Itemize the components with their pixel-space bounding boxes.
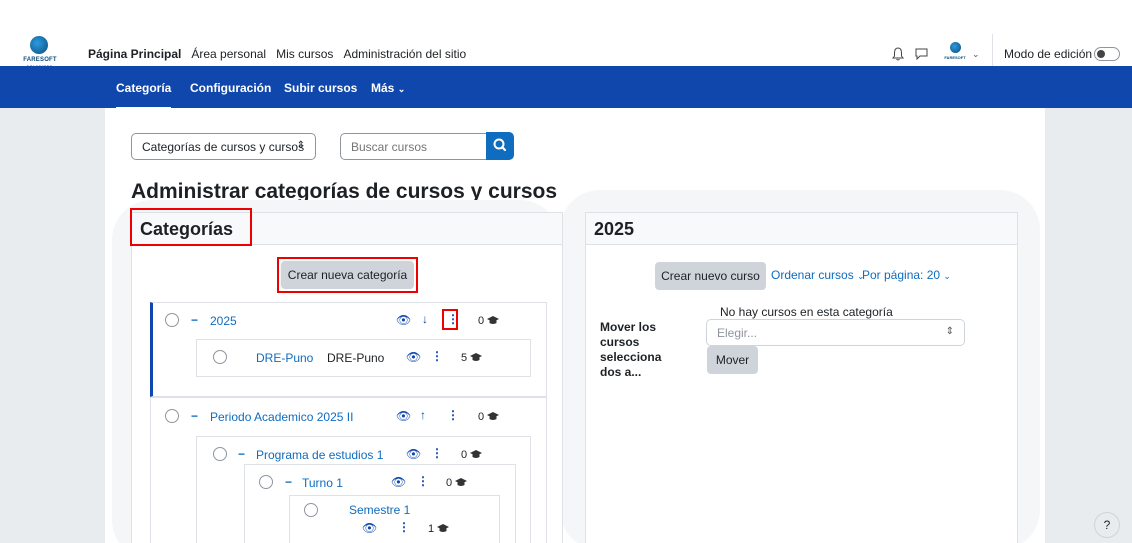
top-navbar: FARESOFT SOLUTIONS Página Principal Área… bbox=[0, 0, 1132, 74]
user-menu-chevron-icon[interactable]: ⌄ bbox=[972, 49, 980, 60]
highlight-box bbox=[442, 309, 458, 330]
course-count: 0 bbox=[461, 449, 468, 461]
visibility-eye-icon[interactable]: 👁 bbox=[391, 475, 406, 489]
graduation-cap-icon bbox=[437, 524, 449, 532]
create-course-button[interactable]: Crear nuevo curso bbox=[655, 262, 766, 290]
visibility-eye-icon[interactable]: 👁 bbox=[406, 447, 421, 461]
secondary-nav: Categoría Configuración Subir cursos Más… bbox=[0, 66, 1132, 109]
actions-menu-icon[interactable]: ⋮ bbox=[417, 474, 429, 488]
sort-courses-link[interactable]: Ordenar cursos ⌄ bbox=[771, 268, 865, 282]
search-icon bbox=[493, 138, 507, 152]
messages-icon[interactable] bbox=[915, 48, 928, 60]
move-select-placeholder: Elegir... bbox=[717, 326, 758, 340]
toggle-knob bbox=[1097, 50, 1105, 58]
avatar-logo-icon bbox=[950, 42, 961, 53]
category-link[interactable]: Periodo Academico 2025 II bbox=[210, 410, 353, 424]
move-button[interactable]: Mover bbox=[707, 346, 758, 374]
courses-heading: 2025 bbox=[594, 219, 635, 239]
notifications-bell-icon[interactable] bbox=[892, 47, 904, 61]
course-count: 0 bbox=[446, 477, 453, 489]
collapse-icon[interactable]: − bbox=[285, 475, 292, 489]
visibility-eye-icon[interactable]: 👁 bbox=[396, 313, 411, 327]
actions-menu-icon[interactable]: ⋮ bbox=[431, 446, 443, 460]
tab-more[interactable]: Más ⌄ bbox=[371, 81, 405, 95]
category-link[interactable]: 2025 bbox=[210, 314, 237, 328]
move-destination-select[interactable]: Elegir... ⇕ bbox=[706, 319, 965, 346]
course-count: 0 bbox=[478, 315, 485, 327]
logo-mark-icon bbox=[30, 36, 48, 54]
tab-more-label: Más bbox=[371, 81, 395, 95]
graduation-cap-icon bbox=[470, 353, 482, 361]
edit-mode-toggle[interactable] bbox=[1094, 47, 1120, 61]
course-count: 0 bbox=[478, 411, 485, 423]
search-courses-input[interactable] bbox=[340, 133, 487, 160]
move-down-arrow-icon[interactable]: ↓ bbox=[422, 312, 428, 326]
select-arrows-icon: ⇕ bbox=[296, 140, 305, 151]
user-avatar[interactable]: FARESOFT bbox=[942, 40, 968, 66]
visibility-eye-icon[interactable]: 👁 bbox=[362, 521, 377, 535]
visibility-eye-icon[interactable]: 👁 bbox=[406, 350, 421, 364]
primary-nav: Página Principal Área personal Mis curso… bbox=[88, 47, 466, 61]
graduation-cap-icon bbox=[470, 450, 482, 458]
nav-home[interactable]: Página Principal bbox=[88, 47, 181, 61]
category-checkbox[interactable] bbox=[304, 503, 318, 517]
category-idnumber: DRE-Puno bbox=[327, 351, 385, 365]
actions-menu-icon[interactable]: ⋮ bbox=[447, 408, 459, 422]
avatar-text: FARESOFT bbox=[944, 55, 966, 60]
actions-menu-icon[interactable]: ⋮ bbox=[431, 349, 443, 363]
graduation-cap-icon bbox=[487, 316, 499, 324]
category-link[interactable]: DRE-Puno bbox=[256, 351, 313, 365]
highlight-box bbox=[130, 208, 252, 246]
nav-site-admin[interactable]: Administración del sitio bbox=[343, 47, 466, 61]
select-arrows-icon: ⇕ bbox=[945, 326, 954, 337]
search-button[interactable] bbox=[486, 132, 514, 160]
courses-panel-header: 2025 bbox=[586, 213, 1017, 245]
category-checkbox[interactable] bbox=[213, 447, 227, 461]
sort-courses-label: Ordenar cursos bbox=[771, 268, 854, 282]
edit-mode-label: Modo de edición bbox=[1004, 47, 1093, 61]
chevron-down-icon: ⌄ bbox=[397, 84, 406, 94]
move-up-arrow-icon[interactable]: ↑ bbox=[420, 408, 426, 422]
course-count: 1 bbox=[428, 523, 435, 535]
collapse-icon[interactable]: − bbox=[191, 409, 198, 423]
category-checkbox[interactable] bbox=[259, 475, 273, 489]
category-checkbox[interactable] bbox=[165, 313, 179, 327]
per-page-label: Por página: 20 bbox=[862, 268, 941, 282]
course-count: 5 bbox=[461, 352, 468, 364]
collapse-icon[interactable]: − bbox=[191, 313, 198, 327]
category-link[interactable]: Semestre 1 bbox=[349, 503, 410, 517]
category-link[interactable]: Programa de estudios 1 bbox=[256, 448, 383, 462]
logo-text: FARESOFT bbox=[23, 57, 57, 63]
help-button[interactable]: ? bbox=[1094, 512, 1120, 538]
tab-settings[interactable]: Configuración bbox=[190, 81, 271, 95]
nav-dashboard[interactable]: Área personal bbox=[191, 47, 266, 61]
per-page-link[interactable]: Por página: 20 ⌄ bbox=[862, 268, 951, 282]
empty-category-message: No hay cursos en esta categoría bbox=[720, 305, 893, 319]
highlight-box bbox=[277, 257, 418, 293]
nav-my-courses[interactable]: Mis cursos bbox=[276, 47, 333, 61]
tab-category[interactable]: Categoría bbox=[116, 81, 172, 109]
move-courses-label: Mover los cursos selecciona dos a... bbox=[600, 320, 662, 379]
category-link[interactable]: Turno 1 bbox=[302, 476, 343, 490]
visibility-eye-icon[interactable]: 👁 bbox=[396, 409, 411, 423]
tab-upload-courses[interactable]: Subir cursos bbox=[284, 81, 357, 95]
category-checkbox[interactable] bbox=[213, 350, 227, 364]
chevron-down-icon: ⌄ bbox=[943, 271, 951, 281]
view-select[interactable]: Categorías de cursos y cursos ⇕ bbox=[131, 133, 316, 160]
view-select-value: Categorías de cursos y cursos bbox=[142, 140, 305, 154]
graduation-cap-icon bbox=[455, 478, 467, 486]
collapse-icon[interactable]: − bbox=[238, 447, 245, 461]
actions-menu-icon[interactable]: ⋮ bbox=[398, 520, 410, 534]
category-checkbox[interactable] bbox=[165, 409, 179, 423]
graduation-cap-icon bbox=[487, 412, 499, 420]
